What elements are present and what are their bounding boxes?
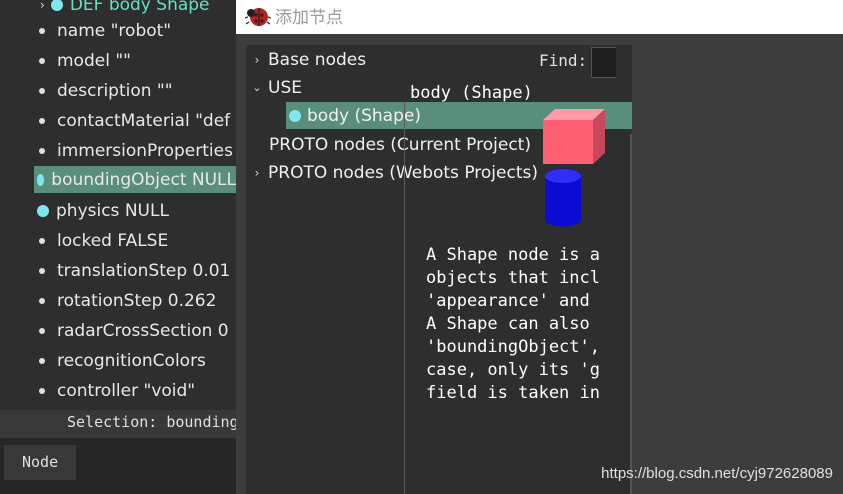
tree-item[interactable]: locked FALSE	[0, 227, 168, 254]
bullet-icon	[39, 147, 45, 154]
bullet-icon	[39, 387, 45, 394]
bullet-icon	[39, 237, 45, 244]
bullet-icon	[39, 27, 45, 34]
preview-title: body (Shape)	[410, 83, 533, 103]
description-line: A Shape node is a	[426, 245, 600, 265]
tree-item-label: controller "void"	[57, 380, 196, 401]
tree-item[interactable]: model ""	[0, 47, 131, 74]
tree-item-label: translationStep 0.01	[57, 260, 231, 281]
find-label: Find:	[539, 51, 588, 70]
tree-item-bounding-object[interactable]: boundingObject NULL	[34, 166, 236, 193]
bullet-icon	[39, 57, 45, 64]
tree-item-label: immersionProperties	[57, 140, 233, 161]
tree-item[interactable]: immersionProperties	[0, 137, 233, 164]
tree-item[interactable]: description ""	[0, 77, 173, 104]
dialog-title: 添加节点	[275, 8, 343, 28]
tree-item-label: name "robot"	[57, 20, 172, 41]
description-line: A Shape can also	[426, 314, 590, 334]
bullet-icon	[39, 117, 45, 124]
tree-item[interactable]: physics NULL	[0, 197, 169, 224]
selection-status-bar: Selection: boundingObject	[0, 410, 236, 438]
description-line: case, only its 'g	[426, 360, 600, 380]
description-line: objects that incl	[426, 268, 600, 288]
tree-item-def-body[interactable]: › DEF body Shape	[0, 0, 210, 18]
tab-node[interactable]: Node	[4, 445, 76, 480]
tree-item[interactable]: radarCrossSection 0	[0, 317, 229, 344]
chevron-right-icon[interactable]: ›	[40, 0, 45, 12]
bullet-icon	[39, 327, 45, 334]
node-marker-icon	[50, 0, 63, 11]
tree-item[interactable]: controller "void"	[0, 377, 195, 404]
tree-item-label: description ""	[57, 80, 173, 101]
bullet-icon	[39, 267, 45, 274]
list-item-label: Base nodes	[268, 49, 367, 70]
tree-item-label: DEF body Shape	[69, 0, 210, 15]
tree-item-label: contactMaterial "def	[57, 110, 231, 131]
chevron-right-icon[interactable]: ›	[246, 166, 268, 180]
node-marker-icon	[289, 109, 301, 122]
watermark-text: https://blog.csdn.net/cyj972628089	[601, 465, 833, 482]
chevron-down-icon[interactable]: ⌄	[246, 81, 268, 94]
tree-item-label: radarCrossSection 0	[57, 320, 229, 341]
tree-item-label: model ""	[57, 50, 131, 71]
node-marker-icon	[37, 173, 45, 186]
ladybug-icon	[245, 8, 271, 26]
tree-item[interactable]: name "robot"	[0, 17, 171, 44]
description-line: 'boundingObject',	[426, 337, 600, 357]
tree-item-label: recognitionColors	[57, 350, 206, 371]
bullet-icon	[39, 357, 45, 364]
shape-preview-icon	[543, 109, 605, 227]
bullet-icon	[39, 87, 45, 94]
scene-tree-panel: › DEF body Shape name "robot" model "" d…	[0, 0, 236, 410]
description-line: 'appearance' and	[426, 291, 590, 311]
dialog-title-bar[interactable]: 添加节点	[236, 0, 843, 34]
tree-item[interactable]: recognitionColors	[0, 347, 206, 374]
bullet-icon	[39, 297, 45, 304]
find-input[interactable]	[591, 47, 616, 78]
tab-label: Node	[22, 453, 59, 471]
description-line: field is taken in	[426, 383, 600, 403]
chevron-right-icon[interactable]: ›	[246, 53, 268, 67]
tree-item[interactable]: rotationStep 0.262	[0, 287, 216, 314]
tree-item-label: locked FALSE	[57, 230, 169, 251]
tree-item[interactable]: contactMaterial "def	[0, 107, 230, 134]
list-item-label: USE	[268, 77, 302, 98]
list-item-use[interactable]: ⌄ USE	[246, 74, 302, 101]
node-description: A Shape node is a objects that incl 'appea…	[426, 244, 600, 405]
list-scrollbar[interactable]	[630, 134, 632, 494]
tree-item[interactable]: translationStep 0.01	[0, 257, 230, 284]
tree-item-label: boundingObject NULL	[51, 169, 236, 190]
node-marker-icon	[37, 204, 49, 217]
list-item-base-nodes[interactable]: › Base nodes	[246, 46, 367, 73]
tree-item-label: physics NULL	[56, 200, 169, 221]
selection-text: Selection: boundingObject	[67, 413, 236, 431]
tree-item-label: rotationStep 0.262	[57, 290, 217, 311]
